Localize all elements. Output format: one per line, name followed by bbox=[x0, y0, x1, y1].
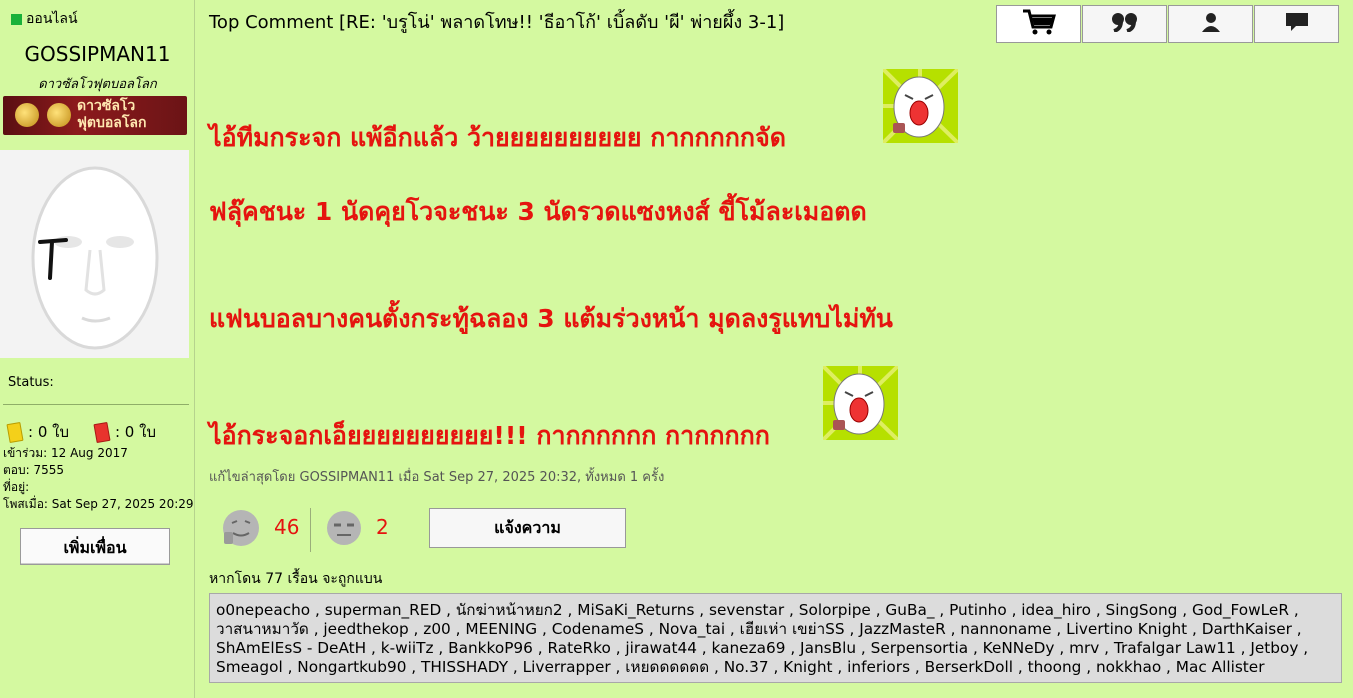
joined-date: เข้าร่วม: 12 Aug 2017 bbox=[3, 446, 128, 460]
online-label: ออนไลน์ bbox=[26, 11, 78, 27]
thumbs-up-face-icon bbox=[221, 510, 261, 552]
message-button[interactable] bbox=[1254, 5, 1339, 43]
red-card-icon bbox=[93, 421, 111, 443]
laughing-emoticon-image bbox=[883, 69, 958, 143]
dislike-count: 2 bbox=[376, 515, 389, 539]
red-card-count: : 0 ใบ bbox=[114, 423, 156, 441]
add-friend-button[interactable]: เพิ่มเพื่อน bbox=[20, 528, 170, 565]
like-count: 46 bbox=[274, 515, 300, 539]
user-icon bbox=[1201, 12, 1221, 36]
edited-note: แก้ไขล่าสุดโดย GOSSIPMAN11 เมื่อ Sat Sep… bbox=[209, 470, 665, 485]
dislikers-list: o0nepeacho , superman_RED , นักฆ่าหน้าหย… bbox=[209, 593, 1342, 683]
yellow-card-count: : 0 ใบ bbox=[28, 423, 69, 441]
author-username[interactable]: GOSSIPMAN11 bbox=[0, 42, 195, 66]
author-stats: เข้าร่วม: 12 Aug 2017 ตอบ: 7555 ที่อยู่:… bbox=[3, 445, 194, 513]
author-location: ที่อยู่: bbox=[3, 480, 30, 494]
author-rank-title: ดาวซัลโวฟุตบอลโลก bbox=[38, 77, 157, 92]
rank-badge-text: ดาวซัลโว ฟุตบอลโลก bbox=[77, 98, 146, 132]
post-line-3: แฟนบอลบางคนตั้งกระทู้ฉลอง 3 แต้มร่วงหน้า… bbox=[209, 304, 893, 333]
laughing-emoticon-image bbox=[823, 366, 898, 440]
posted-time: โพสเมื่อ: Sat Sep 27, 2025 20:29 bbox=[3, 497, 194, 511]
like-button[interactable] bbox=[221, 508, 261, 548]
post-line-1: ไอ้ทีมกระจก แพ้อีกแล้ว ว้ายยยยยยยยยย กาก… bbox=[209, 123, 786, 152]
report-button[interactable]: แจ้งความ bbox=[429, 508, 626, 548]
sidebar-divider bbox=[3, 404, 189, 405]
coin-icon bbox=[15, 103, 39, 127]
post-line-2: ฟลุ๊คชนะ 1 นัดคุยโวจะชนะ 3 นัดรวดแซงหงส์… bbox=[209, 197, 867, 226]
rank-badge-image: ดาวซัลโว ฟุตบอลโลก bbox=[3, 96, 187, 135]
status-label: Status: bbox=[8, 375, 54, 390]
post-title: Top Comment [RE: 'บรูโน่' พลาดโทษ!! 'ธีอ… bbox=[209, 12, 785, 33]
avatar[interactable] bbox=[0, 150, 189, 358]
author-sidebar: ออนไลน์ GOSSIPMAN11 ดาวซัลโวฟุตบอลโลก ดา… bbox=[0, 0, 195, 698]
rank-badge-line1: ดาวซัลโว bbox=[77, 98, 136, 114]
post-line-4: ไอ้กระจอกเอ็ยยยยยยยยยย!!! กากกกกกก กากกก… bbox=[209, 421, 770, 450]
yellow-card-icon bbox=[6, 421, 24, 443]
coin-icon bbox=[47, 103, 71, 127]
cart-icon bbox=[1021, 8, 1057, 40]
rank-badge-line2: ฟุตบอลโลก bbox=[77, 115, 147, 131]
profile-button[interactable] bbox=[1168, 5, 1253, 43]
quote-button[interactable] bbox=[1082, 5, 1167, 43]
online-status-icon bbox=[11, 13, 22, 25]
post-body: Top Comment [RE: 'บรูโน่' พลาดโทษ!! 'ธีอ… bbox=[196, 0, 1353, 698]
message-icon bbox=[1285, 12, 1309, 36]
dislike-button[interactable] bbox=[324, 508, 364, 548]
post-toolbar bbox=[996, 5, 1340, 43]
dislike-caption: หากโดน 77 เรื้อน จะถูกแบน bbox=[209, 571, 383, 587]
cart-button[interactable] bbox=[996, 5, 1081, 43]
thumbs-down-face-icon bbox=[324, 511, 364, 552]
online-indicator: ออนไลน์ bbox=[11, 8, 78, 30]
post-count: ตอบ: 7555 bbox=[3, 463, 65, 477]
vote-divider bbox=[310, 508, 311, 552]
quote-icon bbox=[1111, 12, 1139, 36]
card-counts: : 0 ใบ : 0 ใบ bbox=[6, 420, 156, 444]
